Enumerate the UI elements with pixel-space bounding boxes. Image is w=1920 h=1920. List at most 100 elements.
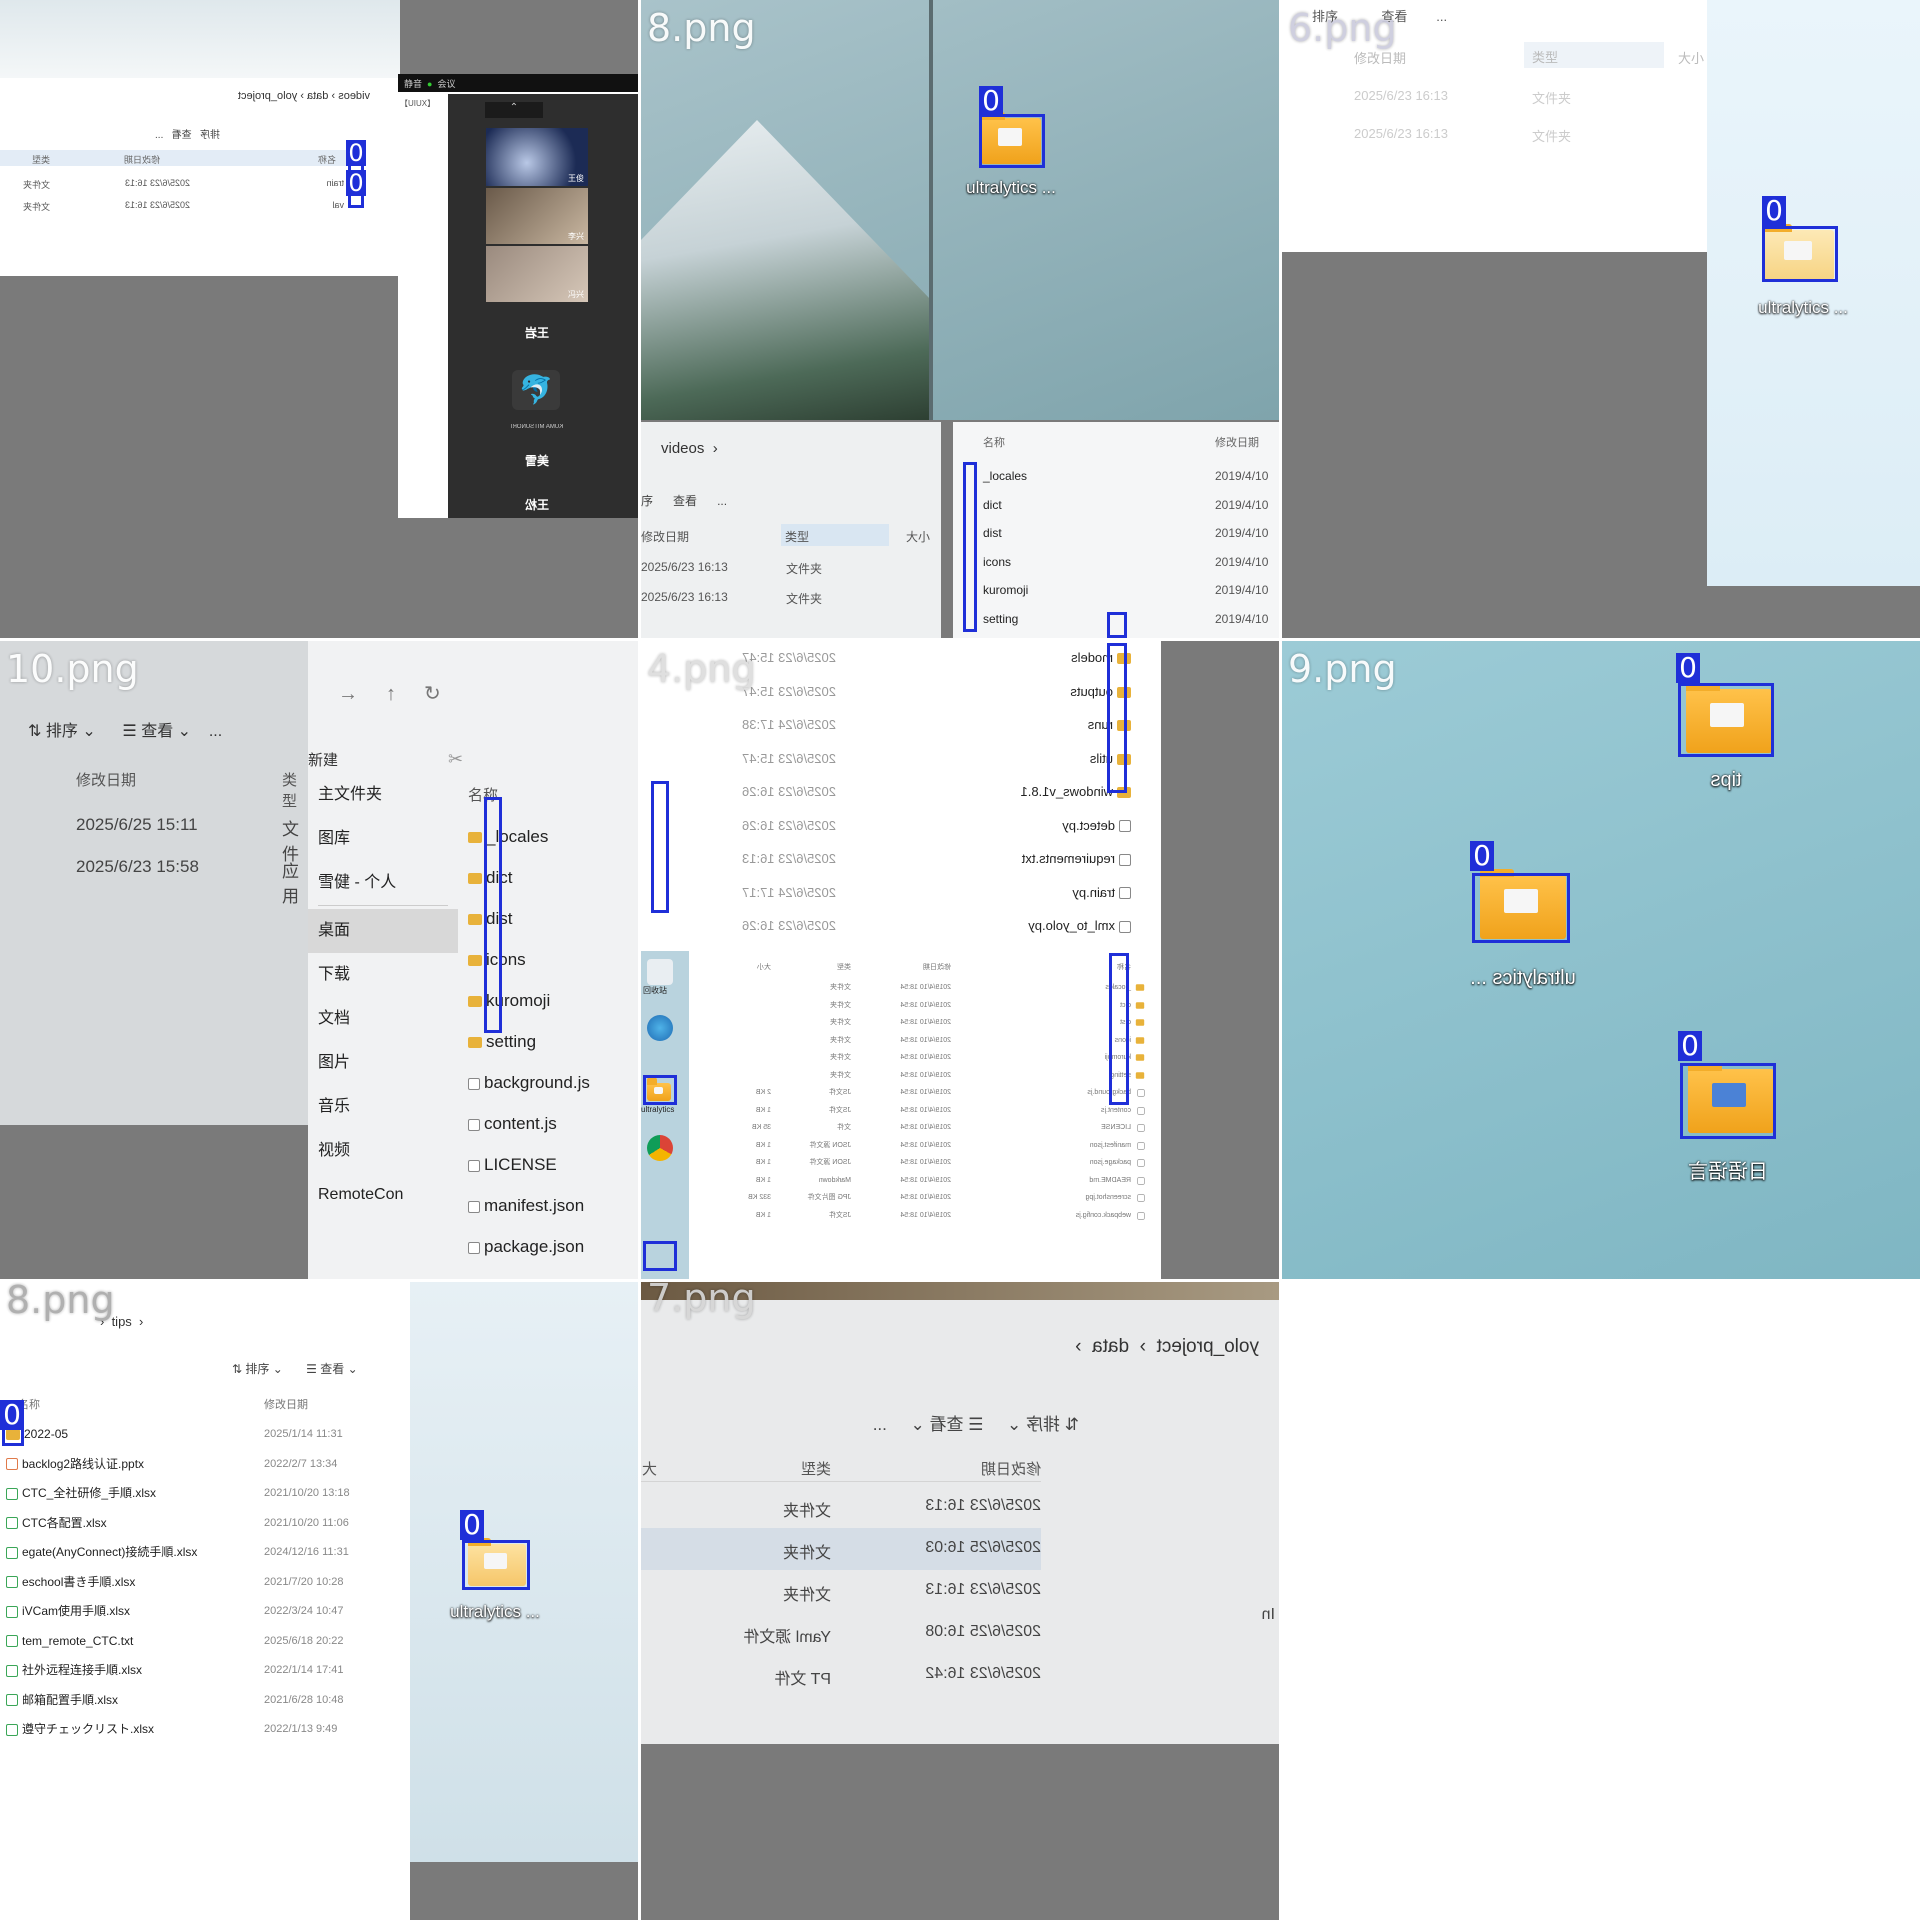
more-button[interactable]: ... <box>873 1415 887 1434</box>
file-row[interactable]: CTC_全社研修_手順.xlsx 2021/10/20 13:18 <box>6 1479 406 1509</box>
file-row[interactable]: content.js <box>468 1103 638 1144</box>
file-row[interactable]: windows_v1.8.1 2025/6/23 16:26 <box>671 775 1131 809</box>
file-row[interactable]: icons <box>983 548 1028 577</box>
nav-item[interactable]: 桌面 <box>308 909 458 953</box>
chevron-up-icon[interactable]: ⌃ <box>485 102 543 118</box>
new-button[interactable]: 新建 <box>308 749 338 770</box>
nav-item[interactable]: 图片 <box>308 1041 458 1085</box>
video-tile[interactable]: 冯兴 <box>486 246 588 302</box>
sort-button[interactable]: 序 <box>641 494 653 508</box>
file-row[interactable]: dist <box>983 519 1028 548</box>
sort-button[interactable]: 排序 <box>245 1362 269 1376</box>
file-row[interactable]: 2025/6/23 16:13 文件夹 <box>641 560 931 576</box>
sort-button[interactable]: 排序 <box>46 723 78 740</box>
column-size[interactable]: 大小 <box>757 957 771 979</box>
sort-button[interactable]: 排序 <box>1026 1415 1060 1434</box>
view-button[interactable]: 查看 <box>320 1362 344 1376</box>
column-size[interactable]: 大小 <box>1678 48 1704 67</box>
file-row[interactable]: 2025/6/23 16:13 文件夹 <box>641 590 931 606</box>
desktop-label[interactable]: ultralytics <box>641 1105 674 1114</box>
nav-buttons[interactable]: →↑↻ <box>338 681 469 706</box>
file-row[interactable]: content.js 2019/4/10 18:54 JS文件 1 KB <box>691 1100 1151 1118</box>
nav-item[interactable]: 下载 <box>308 953 458 997</box>
desktop-folder-label[interactable]: ultralytics ... <box>951 178 1071 198</box>
chrome-icon[interactable] <box>647 1135 673 1161</box>
breadcrumb-item[interactable]: videos <box>338 90 370 102</box>
column-type[interactable]: 类型 <box>282 769 310 811</box>
sort-button[interactable]: 排序 <box>200 130 220 141</box>
column-size[interactable]: 大小 <box>906 528 930 545</box>
column-date[interactable]: 修改日期 <box>1354 48 1406 67</box>
nav-item[interactable]: RemoteCon <box>308 1173 458 1217</box>
file-row[interactable]: 2025/6/25 16:03 文件夹 <box>641 1528 1041 1570</box>
more-button[interactable]: ... <box>155 130 163 141</box>
file-row[interactable]: 遵守チェックリスト.xlsx 2022/1/13 9:49 <box>6 1715 406 1745</box>
file-row[interactable]: 2025/6/23 16:13 文件夹 <box>641 1570 1041 1612</box>
file-row[interactable]: setting 2019/4/10 18:54 文件夹 <box>691 1065 1151 1083</box>
file-row[interactable]: dict 2019/4/10 18:54 文件夹 <box>691 995 1151 1013</box>
file-row[interactable]: 2022-05 2025/1/14 11:31 <box>6 1420 406 1450</box>
column-type[interactable]: 类型 <box>32 153 50 166</box>
file-row[interactable]: webpack.config.js 2019/4/10 18:54 JS文件 1 KB <box>691 1205 1151 1223</box>
view-button[interactable]: 查看 <box>673 494 697 508</box>
file-row[interactable]: screenshot.jpg 2019/4/10 18:54 JPG 图片文件 332… <box>691 1187 1151 1205</box>
column-date[interactable]: 修改日期 <box>1215 434 1259 450</box>
recycle-bin-icon[interactable] <box>647 959 673 985</box>
column-type[interactable]: 类型 <box>1524 42 1664 68</box>
file-row[interactable]: setting <box>983 605 1028 634</box>
file-row[interactable]: LICENSE 2019/4/10 18:54 文件 35 KB <box>691 1117 1151 1135</box>
file-row[interactable]: icons 2019/4/10 18:54 文件夹 <box>691 1030 1151 1048</box>
desktop-folder-label[interactable]: ultralytics ... <box>430 1602 560 1622</box>
file-row[interactable]: background.js 2019/4/10 18:54 JS文件 2 KB <box>691 1082 1151 1100</box>
column-date[interactable]: 修改日期 <box>981 1458 1041 1479</box>
column-type[interactable]: 类型 <box>781 524 889 546</box>
file-row[interactable]: backlog2路线认证.pptx 2022/2/7 13:34 <box>6 1450 406 1480</box>
nav-item[interactable]: 图库 <box>308 817 458 861</box>
more-button[interactable]: ... <box>1436 9 1447 24</box>
column-date[interactable]: 修改日期 <box>76 769 136 790</box>
column-size[interactable]: 大 <box>642 1458 657 1479</box>
file-row[interactable]: 社外远程连接手順.xlsx 2022/1/14 17:41 <box>6 1656 406 1686</box>
desktop-folder-label[interactable]: tips <box>1676 769 1776 792</box>
more-button[interactable]: ... <box>209 723 222 740</box>
nav-item[interactable]: 雪健 - 个人 <box>308 861 458 905</box>
file-row[interactable]: val 2025/6/23 16:13 文件夹 <box>0 198 350 218</box>
breadcrumb-item[interactable]: data <box>1092 1336 1129 1357</box>
view-button[interactable]: 查看 <box>929 1415 963 1434</box>
column-date[interactable]: 修改日期 <box>124 153 160 166</box>
file-row[interactable]: train.py 2025/6/24 17:17 <box>671 876 1131 910</box>
file-row[interactable]: tem_remote_CTC.txt 2025/6/18 20:22 <box>6 1627 406 1657</box>
breadcrumb-item[interactable]: videos <box>661 440 704 457</box>
file-row[interactable]: egate(AnyConnect)接続手順.xlsx 2024/12/16 11:… <box>6 1538 406 1568</box>
file-row[interactable]: runs 2025/6/24 17:38 <box>671 708 1131 742</box>
column-date[interactable]: 修改日期 <box>641 528 689 545</box>
file-row[interactable]: requirements.txt 2025/6/23 16:13 <box>671 842 1131 876</box>
nav-item[interactable]: 文档 <box>308 997 458 1041</box>
desktop-folder-label[interactable]: ultralytics ... <box>1448 967 1598 990</box>
file-row[interactable]: dist 2019/4/10 18:54 文件夹 <box>691 1012 1151 1030</box>
desktop-folder-label[interactable]: 日语语言 <box>1668 1155 1788 1184</box>
file-row[interactable]: detect.py 2025/6/23 16:26 <box>671 809 1131 843</box>
breadcrumb-item[interactable]: data <box>307 90 328 102</box>
file-row[interactable]: 2025/6/25 16:08 Yaml 源文件 <box>641 1612 1041 1654</box>
file-row[interactable]: _locales <box>983 462 1028 491</box>
cut-icon[interactable]: ✂ <box>448 749 463 770</box>
nav-item[interactable]: 音乐 <box>308 1085 458 1129</box>
file-row[interactable]: package.json <box>468 1226 638 1267</box>
file-row[interactable]: package.json 2019/4/10 18:54 JSON 源文件 1 KB <box>691 1152 1151 1170</box>
file-row[interactable]: _locales 2019/4/10 18:54 文件夹 <box>691 977 1151 995</box>
file-row[interactable]: 2025/6/23 16:13 文件夹 <box>641 1486 1041 1528</box>
file-row[interactable]: train 2025/6/23 16:13 文件夹 <box>0 176 350 196</box>
file-row[interactable]: README.md 2019/4/10 18:54 Markdown 1 KB <box>691 1170 1151 1188</box>
view-button[interactable]: 查看 <box>141 723 173 740</box>
column-type[interactable]: 类型 <box>837 957 851 979</box>
file-row[interactable]: manifest.json <box>468 1185 638 1226</box>
column-name[interactable]: 名称 <box>318 153 336 166</box>
file-row[interactable]: eschool書き手順.xlsx 2021/7/20 10:28 <box>6 1568 406 1598</box>
file-row[interactable]: iVCam使用手順.xlsx 2022/3/24 10:47 <box>6 1597 406 1627</box>
video-tile[interactable]: 李兴 <box>486 188 588 244</box>
column-type[interactable]: 类型 <box>801 1458 831 1479</box>
file-row[interactable]: manifest.json 2019/4/10 18:54 JSON 源文件 1 KB <box>691 1135 1151 1153</box>
breadcrumb-item[interactable]: yolo_project <box>1157 1336 1259 1357</box>
nav-item[interactable]: 主文件夹 <box>308 773 458 817</box>
